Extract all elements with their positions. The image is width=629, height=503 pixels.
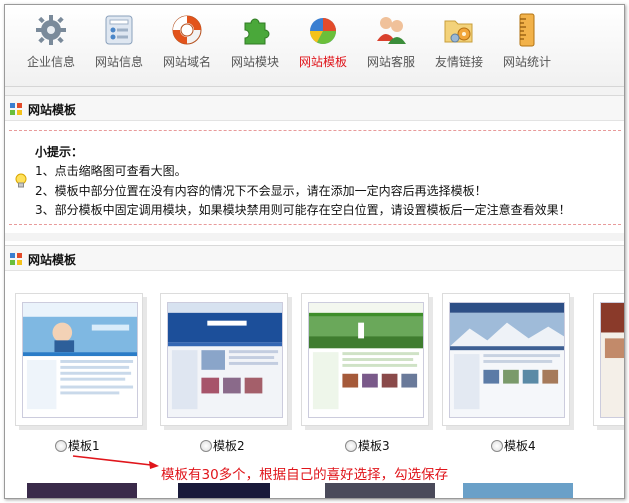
template-thumbnail-next-row[interactable] bbox=[325, 483, 435, 498]
template-option-1[interactable]: 模板1 bbox=[55, 437, 100, 453]
spacer bbox=[5, 87, 624, 95]
top-nav: 企业信息 网站信息 网站域名 网站模块 网站模板 网站客服 友情链接 网站统计 bbox=[5, 5, 624, 87]
tips-title: 小提示： bbox=[35, 145, 84, 159]
section-header: 网站模板 bbox=[5, 95, 624, 121]
nav-item-site-service[interactable]: 网站客服 bbox=[357, 13, 425, 79]
section-title: 网站模板 bbox=[28, 103, 77, 117]
nav-label: 网站统计 bbox=[502, 55, 551, 69]
gear-icon bbox=[36, 15, 66, 45]
template-radio[interactable] bbox=[345, 440, 357, 452]
nav-label: 网站域名 bbox=[162, 55, 211, 69]
lifebuoy-icon bbox=[172, 15, 202, 45]
section-title: 网站模板 bbox=[28, 253, 77, 267]
nav-item-company-info[interactable]: 企业信息 bbox=[17, 13, 85, 79]
template-label: 模板2 bbox=[213, 439, 245, 453]
template-radio[interactable] bbox=[491, 440, 503, 452]
template-thumbnail[interactable] bbox=[167, 302, 283, 418]
nav-item-site-info[interactable]: 网站信息 bbox=[85, 13, 153, 79]
nav-label: 网站客服 bbox=[366, 55, 415, 69]
template-card-3[interactable] bbox=[301, 293, 433, 433]
grid-icon bbox=[10, 253, 22, 265]
control-panel-icon bbox=[105, 15, 133, 45]
template-thumbnail[interactable] bbox=[308, 302, 424, 418]
nav-item-site-stats[interactable]: 网站统计 bbox=[493, 13, 561, 79]
template-thumbnail[interactable] bbox=[600, 302, 625, 418]
ruler-stats-icon bbox=[519, 13, 535, 47]
template-thumbnail-next-row[interactable] bbox=[27, 483, 137, 498]
template-card-2[interactable] bbox=[160, 293, 292, 433]
template-label: 模板4 bbox=[504, 439, 536, 453]
tip-line: 2、模板中部分位置在没有内容的情况下不会显示，请在添加一定内容后再选择模板！ bbox=[35, 184, 487, 198]
template-option-2[interactable]: 模板2 bbox=[200, 437, 245, 453]
template-radio[interactable] bbox=[200, 440, 212, 452]
template-radio[interactable] bbox=[55, 440, 67, 452]
spacer bbox=[5, 233, 624, 241]
annotation-text: 模板有30多个，根据自己的喜好选择，勾选保存 bbox=[161, 467, 449, 483]
nav-label: 网站模板 bbox=[298, 55, 347, 69]
template-thumbnail-next-row[interactable] bbox=[178, 483, 270, 498]
app-window: 企业信息 网站信息 网站域名 网站模块 网站模板 网站客服 友情链接 网站统计 … bbox=[4, 4, 625, 499]
template-label: 模板1 bbox=[68, 439, 100, 453]
nav-label: 网站信息 bbox=[94, 55, 143, 69]
grid-icon bbox=[10, 103, 22, 115]
nav-item-site-modules[interactable]: 网站模块 bbox=[221, 13, 289, 79]
puzzle-icon bbox=[244, 18, 270, 45]
nav-item-friend-links[interactable]: 友情链接 bbox=[425, 13, 493, 79]
nav-label: 企业信息 bbox=[26, 55, 75, 69]
template-option-3[interactable]: 模板3 bbox=[345, 437, 390, 453]
section-header: 网站模板 bbox=[5, 245, 624, 271]
template-card-4[interactable] bbox=[442, 293, 574, 433]
tips-box: 小提示： 1、点击缩略图可查看大图。 2、模板中部分位置在没有内容的情况下不会显… bbox=[9, 130, 621, 225]
template-thumbnail[interactable] bbox=[22, 302, 138, 418]
template-thumbnail-next-row[interactable] bbox=[463, 483, 573, 498]
nav-item-site-templates[interactable]: 网站模板 bbox=[289, 13, 357, 79]
folder-gears-icon bbox=[444, 20, 473, 43]
tip-line: 3、部分模板中固定调用模块，如果模块禁用则可能存在空白位置，请设置模板后一定注意… bbox=[35, 203, 571, 217]
nav-item-site-domain[interactable]: 网站域名 bbox=[153, 13, 221, 79]
lightbulb-icon bbox=[15, 173, 27, 188]
nav-label: 网站模块 bbox=[230, 55, 279, 69]
template-label: 模板3 bbox=[358, 439, 390, 453]
annotation-arrow bbox=[72, 455, 159, 469]
tip-line: 1、点击缩略图可查看大图。 bbox=[35, 164, 187, 178]
nav-label: 友情链接 bbox=[434, 55, 483, 69]
pie-chart-icon bbox=[310, 18, 336, 44]
users-icon bbox=[377, 17, 406, 44]
template-card-5-partial[interactable] bbox=[593, 293, 625, 433]
template-option-4[interactable]: 模板4 bbox=[491, 437, 536, 453]
template-thumbnail[interactable] bbox=[449, 302, 565, 418]
template-card-1[interactable] bbox=[15, 293, 147, 433]
